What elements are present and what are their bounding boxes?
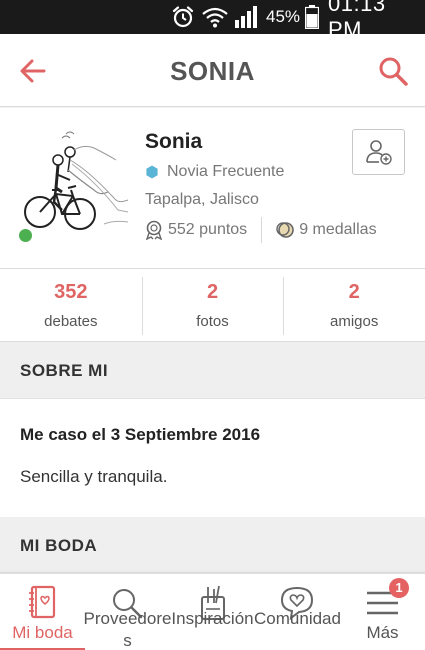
app-header: SONIA xyxy=(0,34,425,107)
online-status-dot xyxy=(17,227,34,244)
hexagon-badge-icon xyxy=(146,165,158,179)
about-title: Me caso el 3 Septiembre 2016 xyxy=(20,425,261,444)
points-count[interactable]: 552 puntos xyxy=(168,221,247,239)
counter-label: amigos xyxy=(330,313,379,330)
nav-label: Más xyxy=(366,623,399,642)
about-description: Sencilla y tranquila. xyxy=(20,467,168,486)
search-icon[interactable] xyxy=(376,54,410,88)
profile-card: Sonia Novia Frecuente Tapalpa, Jalisco 5… xyxy=(0,108,425,268)
add-friend-icon xyxy=(365,140,392,165)
bottom-navigation: Mi boda Proveedores Inspiración Comunida… xyxy=(0,573,425,650)
signal-icon xyxy=(234,0,262,34)
notification-badge: 1 xyxy=(389,578,409,598)
counter-value: 2 xyxy=(206,281,219,303)
app-screen: 45% 01:13 PM SONIA Sonia Novia Frecuente… xyxy=(0,0,425,650)
nav-item-comunidad[interactable]: Comunidad xyxy=(254,574,341,650)
section-title: MI BODA xyxy=(20,536,98,555)
section-title: SOBRE MI xyxy=(20,361,109,380)
stats-divider xyxy=(261,217,263,243)
add-friend-button[interactable] xyxy=(352,129,405,175)
wifi-icon xyxy=(201,0,231,34)
battery-percent: 45% xyxy=(266,7,301,26)
nav-label: Mi boda xyxy=(12,623,73,642)
avatar[interactable] xyxy=(18,130,130,242)
nav-item-inspiracion[interactable]: Inspiración xyxy=(170,574,255,650)
user-level-label: Novia Frecuente xyxy=(167,163,285,180)
counter-value: 352 xyxy=(54,281,88,303)
bride-groom-bicycle-illustration xyxy=(24,131,129,230)
nav-label: Inspiración xyxy=(171,609,254,628)
page-title: SONIA xyxy=(170,56,255,86)
nav-label: Proveedores xyxy=(83,609,172,650)
photos-counter[interactable]: 2 fotos xyxy=(141,269,284,341)
nav-item-mi-boda[interactable]: Mi boda xyxy=(0,574,85,650)
nav-item-proveedores[interactable]: Proveedores xyxy=(84,574,171,650)
debates-counter[interactable]: 352 debates xyxy=(0,269,142,341)
battery-icon xyxy=(305,0,323,34)
medals-icon xyxy=(276,222,294,238)
medals-count[interactable]: 9 medallas xyxy=(299,221,376,239)
user-level: Novia Frecuente xyxy=(145,161,284,183)
alarm-icon xyxy=(171,0,197,34)
status-bar: 45% 01:13 PM xyxy=(0,0,425,42)
nav-item-mas[interactable]: Más xyxy=(340,574,425,650)
wedding-section-header: MI BODA xyxy=(0,517,425,573)
friends-counter[interactable]: 2 amigos xyxy=(283,269,425,341)
about-section-body: Me caso el 3 Septiembre 2016 Sencilla y … xyxy=(0,399,425,517)
profile-counters: 352 debates 2 fotos 2 amigos xyxy=(0,268,425,342)
profile-location: Tapalpa, Jalisco xyxy=(145,191,259,208)
profile-stats: 552 puntos 9 medallas xyxy=(145,217,377,243)
points-medal-icon xyxy=(145,220,163,240)
notebook-icon xyxy=(29,585,56,619)
about-section-header: SOBRE MI xyxy=(0,342,425,399)
counter-label: fotos xyxy=(196,313,229,330)
counter-label: debates xyxy=(44,313,98,330)
profile-name: Sonia xyxy=(145,130,203,153)
nav-label: Comunidad xyxy=(254,609,341,628)
counter-value: 2 xyxy=(348,281,360,303)
clock-time: 01:13 PM xyxy=(328,0,386,42)
